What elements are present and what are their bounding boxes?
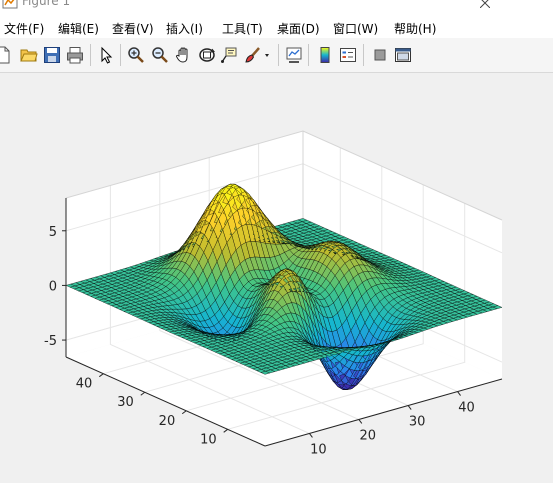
z-tick-label: -5: [44, 334, 57, 349]
menu-desktop[interactable]: 桌面(D): [277, 20, 320, 37]
surface-plot[interactable]: 10 20 30 40 10 20 30 40 -5 0 5: [0, 73, 553, 479]
x-tick-mark: [359, 419, 362, 423]
toolbar-separator: [120, 44, 121, 66]
menu-tools[interactable]: 工具(T): [222, 20, 263, 37]
show-plot-tools-icon[interactable]: [394, 46, 412, 64]
x-tick-label: 20: [360, 428, 377, 443]
x-tick-label: 30: [409, 415, 426, 430]
x-tick-label: 10: [310, 442, 327, 457]
y-tick-mark: [182, 411, 186, 414]
legend-icon[interactable]: [339, 46, 357, 64]
x-tick-mark: [408, 406, 411, 410]
pan-hand-icon[interactable]: [175, 46, 193, 64]
matlab-figure-icon: [2, 0, 18, 10]
toolbar-separator: [278, 44, 279, 66]
brush-icon[interactable]: [244, 46, 262, 64]
x-tick-mark: [458, 392, 461, 396]
y-tick-mark: [99, 374, 103, 377]
y-tick-mark: [141, 392, 145, 395]
toolbar-separator: [308, 44, 309, 66]
menu-insert[interactable]: 插入(I): [166, 20, 203, 37]
figure-toolbar: [0, 38, 553, 73]
y-tick-label: 20: [159, 414, 176, 429]
link-plot-icon[interactable]: [285, 46, 303, 64]
toolbar-separator: [363, 44, 364, 66]
data-cursor-icon[interactable]: [220, 46, 238, 64]
menu-view[interactable]: 查看(V): [112, 20, 154, 37]
window-title: Figure 1: [22, 0, 70, 8]
menu-file[interactable]: 文件(F): [4, 20, 44, 37]
y-tick-mark: [224, 429, 228, 432]
select-arrow-icon[interactable]: [97, 46, 115, 64]
close-icon: [480, 0, 490, 8]
z-tick-label: 5: [49, 225, 57, 240]
title-bar: Figure 1: [0, 0, 553, 16]
rotate-3d-icon[interactable]: [198, 46, 216, 64]
figure-canvas: 10 20 30 40 10 20 30 40 -5 0 5: [0, 73, 553, 479]
hide-plot-tools-icon[interactable]: [371, 46, 389, 64]
close-button[interactable]: [470, 0, 500, 16]
brush-dropdown-icon[interactable]: [263, 46, 273, 64]
menu-bar: 文件(F) 编辑(E) 查看(V) 插入(I) 工具(T) 桌面(D) 窗口(W…: [0, 16, 553, 38]
colorbar-icon[interactable]: [316, 46, 334, 64]
save-icon[interactable]: [43, 46, 61, 64]
menu-help[interactable]: 帮助(H): [394, 20, 436, 37]
x-tick-label: 40: [458, 401, 475, 416]
zoom-in-icon[interactable]: [127, 46, 145, 64]
menu-window[interactable]: 窗口(W): [333, 20, 378, 37]
x-tick-mark: [309, 433, 312, 437]
print-icon[interactable]: [66, 46, 84, 64]
y-tick-label: 40: [76, 377, 93, 392]
new-figure-icon[interactable]: [0, 46, 12, 64]
toolbar-separator: [90, 44, 91, 66]
open-file-icon[interactable]: [20, 46, 38, 64]
menu-edit[interactable]: 编辑(E): [58, 20, 99, 37]
y-tick-label: 30: [117, 395, 134, 410]
y-tick-label: 10: [200, 432, 217, 447]
zoom-out-icon[interactable]: [151, 46, 169, 64]
z-tick-label: 0: [49, 279, 57, 294]
